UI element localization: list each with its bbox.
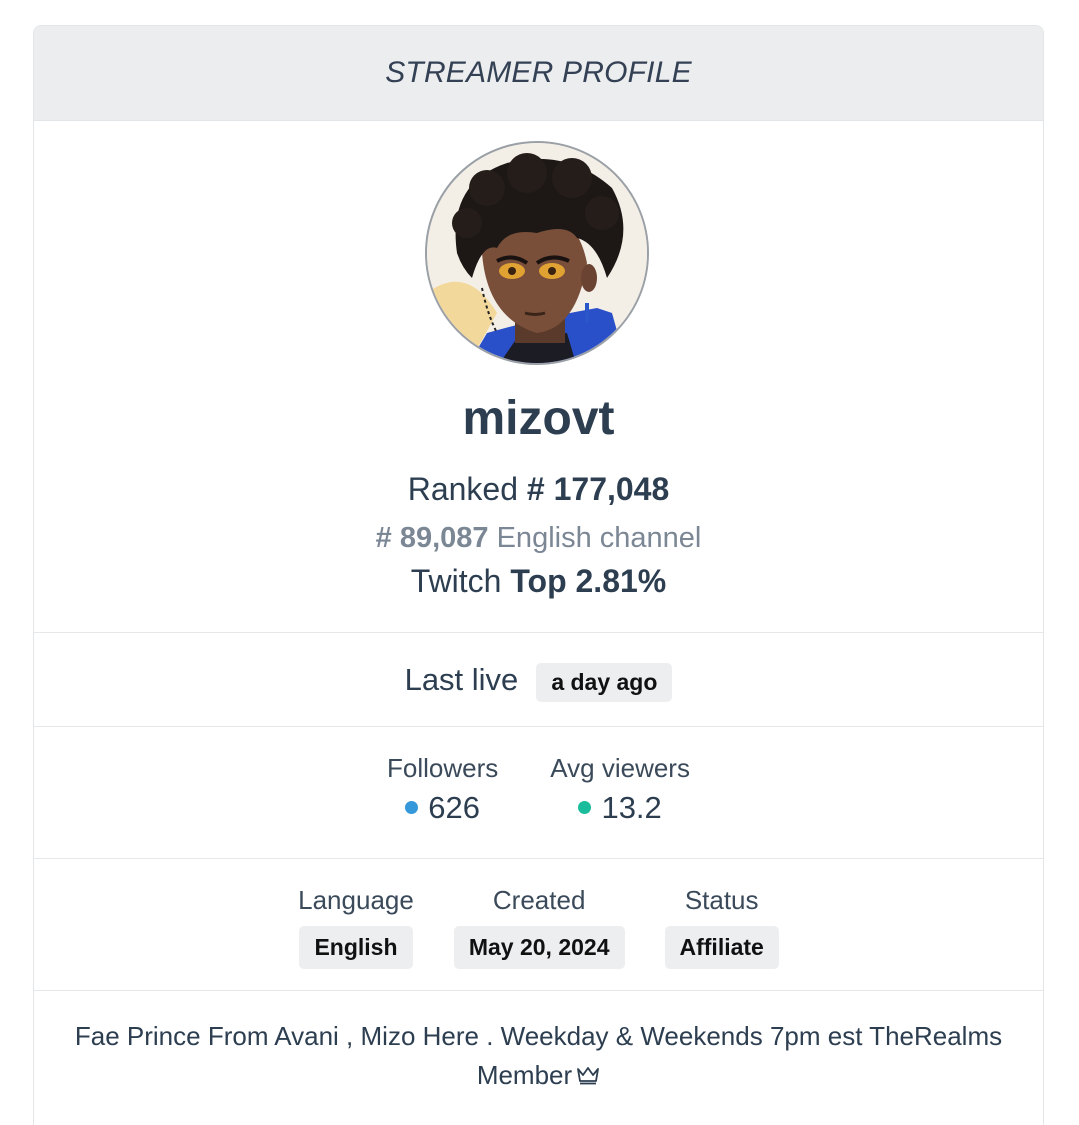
streamer-profile-card: STREAMER PROFILE mizovt Ranked # 177,048…: [33, 25, 1044, 1125]
card-header: STREAMER PROFILE: [34, 26, 1043, 121]
created-label: Created: [492, 885, 586, 915]
twitch-prefix: Twitch: [410, 563, 502, 599]
followers-stat: Followers 626: [387, 753, 498, 858]
last-live-section: Last live a day ago: [34, 633, 1043, 727]
stats-section: Followers 626 Avg viewers 13.2: [34, 727, 1043, 859]
profile-section: mizovt Ranked # 177,048 # 89,087 English…: [34, 121, 1043, 633]
bio-section: Fae Prince From Avani , Mizo Here . Week…: [34, 991, 1043, 1095]
avg-viewers-dot-icon: [578, 801, 592, 815]
language-info: Language English: [298, 885, 414, 990]
crown-icon: [577, 1067, 600, 1085]
followers-dot-icon: [405, 801, 419, 815]
card-title: STREAMER PROFILE: [385, 56, 692, 89]
followers-value-row: 626: [387, 790, 498, 826]
avg-viewers-stat: Avg viewers 13.2: [550, 753, 690, 858]
avg-viewers-value: 13.2: [601, 790, 662, 825]
last-live-badge: a day ago: [536, 663, 673, 702]
twitch-value: Top 2.81%: [510, 563, 667, 599]
followers-value: 626: [428, 790, 481, 825]
avatar-illustration: [427, 143, 647, 363]
avg-viewers-value-row: 13.2: [550, 790, 690, 826]
created-badge: May 20, 2024: [453, 926, 625, 969]
language-rank: # 89,087 English channel: [34, 522, 1043, 555]
streamer-name: mizovt: [462, 392, 615, 445]
language-rank-value: # 89,087: [375, 522, 489, 554]
followers-label: Followers: [387, 753, 499, 783]
bio-text: Fae Prince From Avani , Mizo Here . Week…: [74, 1021, 1003, 1090]
rank-prefix: Ranked: [407, 471, 519, 507]
status-badge: Affiliate: [664, 926, 779, 969]
last-live-label: Last live: [404, 661, 519, 697]
created-info: Created May 20, 2024: [453, 885, 625, 990]
avatar: [425, 141, 649, 365]
status-info: Status Affiliate: [664, 885, 779, 990]
twitch-percentile: Twitch Top 2.81%: [34, 563, 1043, 600]
status-label: Status: [684, 885, 759, 915]
language-label: Language: [298, 885, 414, 915]
language-rank-suffix: English channel: [496, 522, 702, 554]
avg-viewers-label: Avg viewers: [550, 753, 690, 783]
language-badge: English: [299, 926, 413, 969]
meta-section: Language English Created May 20, 2024 St…: [34, 859, 1043, 991]
rank-value: # 177,048: [526, 471, 670, 507]
overall-rank: Ranked # 177,048: [34, 471, 1043, 508]
